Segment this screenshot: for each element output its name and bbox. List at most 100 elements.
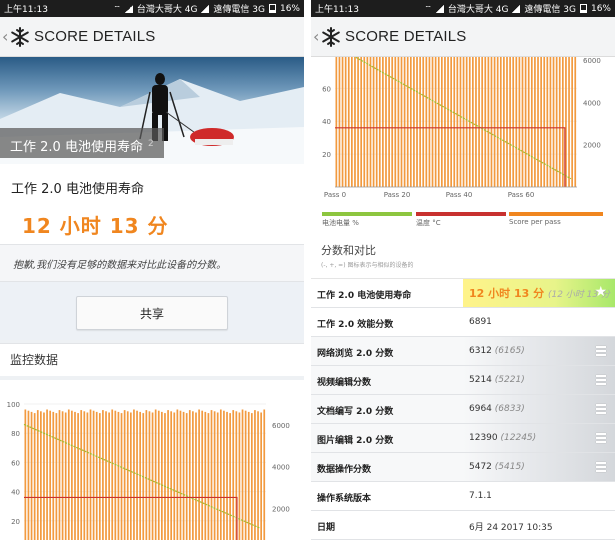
score-bar: [357, 28, 359, 187]
score-row[interactable]: 数据操作分数 5472 (5415): [311, 453, 615, 482]
score-bar: [126, 411, 129, 540]
score-bar: [52, 411, 55, 540]
score-bar: [207, 413, 210, 540]
score-bar: [201, 410, 204, 540]
score-bar: [363, 31, 366, 187]
score-bar: [226, 411, 228, 540]
hero-caption-extra: 2: [148, 139, 154, 149]
score-row: 日期 6月 24 2017 10:35: [311, 511, 615, 540]
score-bar: [351, 30, 353, 188]
score-bar: [493, 31, 496, 187]
score-bar: [413, 29, 415, 188]
score-bar: [527, 31, 530, 187]
score-bar: [188, 410, 191, 540]
score-bar: [254, 410, 256, 540]
score-bar: [568, 30, 570, 188]
y2-tick-label: 4000: [583, 99, 601, 107]
chevron-left-icon[interactable]: ‹: [313, 27, 321, 46]
score-reference: (5415): [494, 462, 525, 472]
score-bar: [484, 31, 487, 187]
score-row-label: 图片编辑 2.0 分数: [317, 436, 394, 446]
score-bar: [472, 31, 474, 187]
menu-icon[interactable]: [596, 433, 606, 443]
score-bar: [216, 412, 219, 540]
score-bar: [198, 409, 200, 540]
score-bar: [465, 28, 468, 187]
score-bar: [213, 411, 216, 540]
monitor-chart: 60 40 20 6000 4000 2000 Pass 0 Pass 20 Pass 40 Pa…: [311, 28, 615, 207]
score-bar: [40, 411, 42, 540]
y-tick-label: 60: [11, 459, 20, 467]
score-row[interactable]: 网络浏览 2.0 分数 6312 (6165): [311, 337, 615, 366]
score-bar: [120, 413, 123, 540]
score-bar: [360, 30, 363, 187]
score-value: 7.1.1: [469, 491, 492, 501]
score-bar: [195, 412, 197, 540]
compare-subtitle: (-, +, =) 图标表示与相似的设备的: [321, 262, 414, 269]
legend-label-temp: 温度 °C: [416, 219, 441, 227]
score-bar: [546, 30, 549, 188]
legend-label-battery: 电池电量 %: [322, 219, 359, 227]
menu-icon[interactable]: [596, 346, 606, 356]
score-bar: [537, 31, 539, 187]
score-bar: [247, 411, 250, 540]
score-row[interactable]: 工作 2.0 电池使用寿命 12 小时 13 分 (12 小时 13 分 ★: [311, 279, 615, 308]
score-row[interactable]: 图片编辑 2.0 分数 12390 (12245): [311, 424, 615, 453]
score-bar: [43, 412, 45, 540]
score-bar: [55, 413, 58, 540]
score-bar: [164, 413, 166, 540]
score-bar: [89, 409, 92, 540]
chevron-left-icon[interactable]: ‹: [2, 27, 10, 46]
score-row-label: 工作 2.0 效能分数: [317, 320, 394, 330]
compare-title: 分数和对比: [321, 244, 376, 257]
score-row[interactable]: 文档编写 2.0 分数 6964 (6833): [311, 395, 615, 424]
y-tick-label: 80: [11, 430, 20, 438]
menu-icon[interactable]: [596, 404, 606, 414]
score-bar: [434, 29, 437, 188]
x-tick-label: Pass 20: [384, 191, 411, 199]
score-bar: [512, 30, 515, 187]
score-bar: [250, 413, 253, 540]
score-bar: [244, 410, 247, 540]
score-bar: [154, 409, 157, 540]
score-bar: [416, 30, 418, 188]
menu-icon[interactable]: [596, 375, 606, 385]
battery-level: 16%: [590, 3, 611, 14]
score-bar: [354, 31, 356, 187]
score-bar: [117, 411, 120, 540]
score-bar: [499, 29, 502, 188]
score-bar: [422, 28, 425, 187]
star-icon[interactable]: ★: [594, 284, 607, 300]
snowflake-icon: [11, 26, 29, 47]
score-row-value: 12 小时 13 分 (12 小时 13 分: [469, 285, 610, 301]
score-bar: [444, 28, 446, 187]
score-bar: [409, 32, 412, 188]
temperature-line: [335, 127, 566, 187]
status-time: 上午11:13: [4, 5, 48, 15]
hero-caption: 工作 2.0 电池使用寿命: [10, 140, 143, 155]
score-bar: [238, 412, 241, 540]
carrier-2: 遠傳電信 3G: [524, 5, 576, 15]
score-bar: [185, 413, 188, 540]
score-bar: [515, 31, 518, 187]
score-bar: [496, 32, 499, 188]
y2-tick-label: 4000: [272, 464, 290, 472]
y-tick-label: 40: [322, 118, 331, 126]
score-bar: [403, 30, 406, 187]
y2-tick-label: 2000: [272, 505, 290, 513]
menu-icon[interactable]: [596, 462, 606, 472]
score-bar: [114, 410, 117, 540]
score-bar: [344, 32, 347, 188]
signal-icon: [124, 4, 133, 13]
score-bar: [105, 411, 107, 540]
score-bar: [447, 30, 449, 187]
score-bar: [372, 30, 375, 188]
score-bar: [229, 413, 231, 540]
score-row[interactable]: 视频编辑分数 5214 (5221): [311, 366, 615, 395]
status-time: 上午11:13: [315, 5, 359, 15]
score-bar: [182, 411, 185, 540]
score-row-label: 网络浏览 2.0 分数: [317, 349, 394, 359]
score-row: 操作系统版本 7.1.1: [311, 482, 615, 511]
share-button[interactable]: 共享: [76, 296, 228, 330]
score-bar: [148, 411, 151, 540]
